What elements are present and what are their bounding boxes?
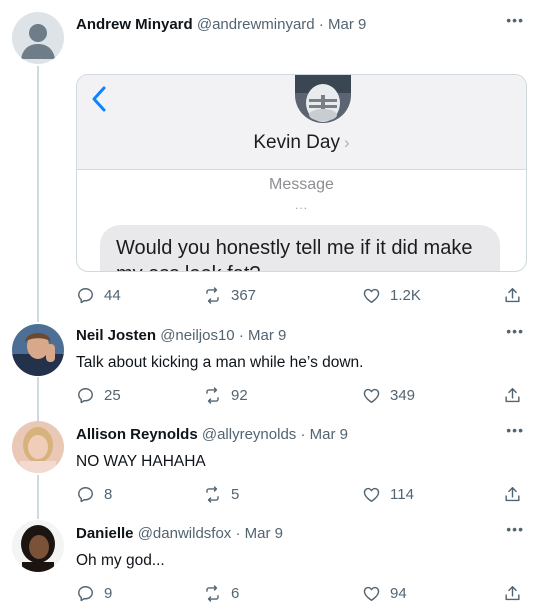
like-button[interactable]: 1.2K: [362, 286, 421, 305]
like-count: 1.2K: [390, 287, 421, 304]
retweet-icon: [206, 387, 219, 404]
user-handle[interactable]: @andrewminyard: [197, 16, 315, 33]
tweet-text: Oh my god...: [76, 552, 165, 569]
tweet-date[interactable]: Mar 9: [328, 16, 366, 33]
separator-dot: ·: [318, 16, 324, 33]
reply-count: 44: [104, 287, 121, 304]
display-name[interactable]: Neil Josten: [76, 327, 156, 344]
retweet-count: 92: [231, 387, 248, 404]
reply-icon: [78, 586, 93, 602]
reply-icon: [78, 288, 93, 304]
tweet-date[interactable]: Mar 9: [248, 327, 286, 344]
reply-icon: [78, 388, 93, 404]
retweet-button[interactable]: 92: [203, 386, 248, 405]
reply-count: 25: [104, 387, 121, 404]
chevron-left-icon: [92, 86, 106, 112]
share-button[interactable]: [503, 386, 531, 405]
more-options-button[interactable]: •••: [506, 12, 524, 28]
heart-icon: [363, 487, 380, 502]
tweet-neil-josten[interactable]: Neil Josten @neiljos10 · Mar 9 ••• Talk …: [0, 320, 540, 420]
display-name[interactable]: Danielle: [76, 525, 134, 542]
more-options-button[interactable]: •••: [506, 521, 524, 537]
share-button[interactable]: [503, 485, 531, 504]
avatar-photo-icon: [12, 520, 64, 572]
tweet-text: Talk about kicking a man while he’s down…: [76, 354, 364, 371]
like-count: 114: [390, 486, 414, 503]
tweet-actions: 25 92 349: [76, 386, 526, 408]
separator-dot: ·: [238, 327, 244, 344]
reply-button[interactable]: 25: [76, 386, 121, 405]
tweet-date[interactable]: Mar 9: [310, 426, 348, 443]
message-bubble: Would you honestly tell me if it did mak…: [100, 225, 500, 271]
chevron-right-icon: ›: [343, 133, 350, 152]
reply-icon: [78, 487, 93, 503]
like-button[interactable]: 94: [362, 584, 407, 603]
retweet-button[interactable]: 367: [203, 286, 256, 305]
separator-dot: ·: [235, 525, 241, 542]
reply-count: 8: [104, 486, 113, 503]
contact-name: Kevin Day ›: [77, 132, 526, 154]
more-options-button[interactable]: •••: [506, 323, 524, 339]
user-handle[interactable]: @allyreynolds: [202, 426, 296, 443]
tweet-date[interactable]: Mar 9: [245, 525, 283, 542]
retweet-count: 367: [231, 287, 257, 304]
tweet-header: Allison Reynolds @allyreynolds · Mar 9: [76, 426, 348, 443]
user-handle[interactable]: @danwildsfox: [138, 525, 232, 542]
share-icon: [505, 487, 520, 502]
tweet-actions: 8 5 114: [76, 485, 526, 507]
avatar-photo-icon: [12, 324, 64, 376]
message-label: Message: [269, 176, 334, 193]
reply-button[interactable]: 9: [76, 584, 112, 603]
share-icon: [505, 586, 520, 601]
heart-icon: [363, 288, 380, 303]
share-icon: [505, 388, 520, 403]
heart-icon: [363, 586, 380, 601]
share-button[interactable]: [503, 286, 531, 305]
tweet-header: Andrew Minyard @andrewminyard · Mar 9: [76, 16, 366, 33]
tweet-actions: 44 367 1.2K: [76, 286, 526, 308]
avatar-danielle[interactable]: [12, 520, 64, 572]
reply-button[interactable]: 44: [76, 286, 121, 305]
avatar-photo-icon: [12, 421, 64, 473]
contact-photo: [295, 75, 351, 123]
share-icon: [505, 288, 520, 303]
reply-button[interactable]: 8: [76, 485, 112, 504]
retweet-count: 5: [231, 486, 240, 503]
display-name[interactable]: Allison Reynolds: [76, 426, 198, 443]
retweet-count: 6: [231, 585, 240, 602]
like-button[interactable]: 114: [362, 485, 414, 504]
retweet-button[interactable]: 6: [203, 584, 239, 603]
avatar-neil[interactable]: [12, 324, 64, 376]
imessage-header: Kevin Day ›: [77, 75, 526, 170]
tweet-andrew-minyard[interactable]: Andrew Minyard @andrewminyard · Mar 9 ••…: [0, 0, 540, 320]
reply-count: 9: [104, 585, 113, 602]
tweet-header: Neil Josten @neiljos10 · Mar 9: [76, 327, 286, 344]
helmet-photo-icon: [295, 75, 351, 123]
tweet-actions: 9 6 94: [76, 584, 526, 606]
display-name[interactable]: Andrew Minyard: [76, 16, 193, 33]
more-options-button[interactable]: •••: [506, 422, 524, 438]
share-button[interactable]: [503, 584, 531, 603]
avatar-allison[interactable]: [12, 421, 64, 473]
separator-dot: ·: [300, 426, 306, 443]
embedded-image[interactable]: Kevin Day › Message ... Would you honestl…: [76, 74, 527, 272]
retweet-icon: [206, 287, 219, 304]
retweet-button[interactable]: 5: [203, 485, 239, 504]
like-count: 94: [390, 585, 407, 602]
like-count: 349: [390, 387, 416, 404]
avatar-default[interactable]: [12, 12, 64, 64]
contact-name-text: Kevin Day: [253, 132, 340, 153]
retweet-icon: [206, 486, 219, 503]
heart-icon: [363, 388, 380, 403]
default-avatar-icon: [12, 12, 64, 64]
user-handle[interactable]: @neiljos10: [160, 327, 234, 344]
tweet-allison-reynolds[interactable]: Allison Reynolds @allyreynolds · Mar 9 •…: [0, 419, 540, 519]
tweet-header: Danielle @danwildsfox · Mar 9: [76, 525, 283, 542]
like-button[interactable]: 349: [362, 386, 415, 405]
tweet-danielle[interactable]: Danielle @danwildsfox · Mar 9 ••• Oh my …: [0, 518, 540, 615]
retweet-icon: [206, 585, 219, 602]
tweet-text: NO WAY HAHAHA: [76, 453, 206, 470]
message-dots: ...: [294, 198, 308, 212]
